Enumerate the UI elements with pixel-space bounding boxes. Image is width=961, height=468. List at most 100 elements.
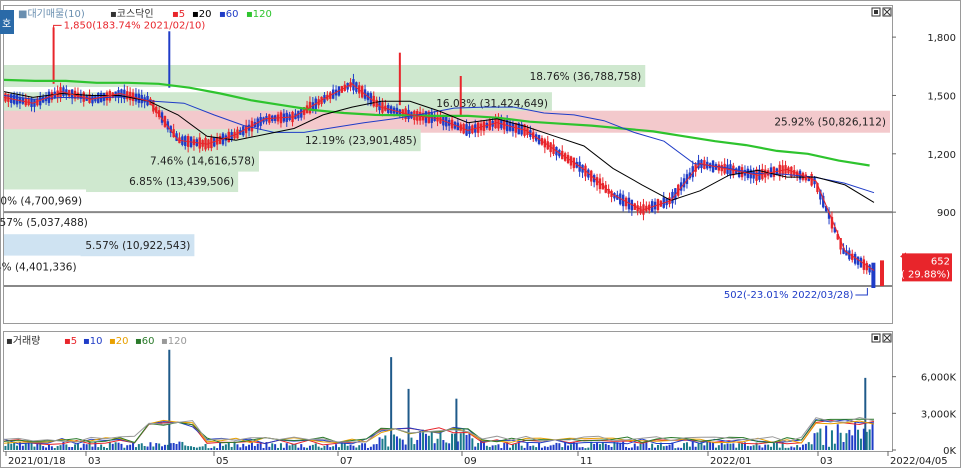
volume-bar	[306, 447, 309, 450]
volume-bar	[346, 445, 349, 450]
x-tick-label: 07	[340, 456, 353, 467]
volume-panel-close-icon[interactable]	[882, 333, 892, 343]
volume-bar	[85, 444, 88, 450]
volume-bar	[578, 447, 581, 450]
volume-bar	[500, 448, 503, 450]
volume-bar	[245, 446, 248, 450]
y-tick-label: 900	[937, 208, 956, 219]
price-panel-close-icon[interactable]	[882, 7, 892, 17]
volume-bar	[459, 433, 462, 450]
volume-bar	[761, 447, 764, 450]
volume-bar	[793, 447, 796, 450]
volume-band-label: 5.57% (10,922,543)	[85, 240, 190, 252]
volume-band-label: 12.19% (23,901,485)	[305, 135, 417, 147]
volume-bar	[654, 447, 657, 450]
legend-prefix: ■대기매물(10)	[18, 8, 85, 20]
volume-bar	[799, 447, 802, 450]
volume-bar	[810, 444, 813, 450]
x-tick-label: 2022/01	[710, 456, 752, 467]
volume-bar	[712, 442, 715, 450]
volume-bar	[329, 447, 332, 450]
volume-bar	[648, 448, 651, 450]
volume-bar	[593, 443, 596, 450]
volume-bar	[381, 438, 384, 450]
volume-bar	[590, 441, 593, 450]
volume-bar	[636, 446, 639, 450]
volume-bar	[152, 446, 155, 450]
volume-bar	[337, 447, 340, 450]
volume-bar	[601, 442, 604, 450]
volume-bar	[18, 441, 21, 450]
volume-bar	[451, 433, 454, 450]
volume-bar	[190, 446, 193, 450]
volume-bar	[424, 433, 427, 450]
volume-bar	[790, 446, 793, 450]
x-tick-label: 09	[464, 456, 477, 467]
volume-bar	[398, 438, 401, 450]
volume-bar	[82, 443, 85, 450]
y-tick-label: 1,800	[927, 33, 956, 44]
volume-bar	[746, 445, 749, 450]
volume-bar	[364, 443, 367, 450]
candle-rebound	[880, 260, 884, 287]
volume-y-tick-label: 6,000K	[921, 373, 957, 384]
volume-bar	[320, 447, 323, 450]
volume-bar	[175, 443, 178, 450]
volume-bar	[807, 442, 810, 450]
volume-bar	[575, 443, 578, 450]
volume-bar	[627, 447, 630, 450]
volume-bar	[514, 443, 517, 450]
volume-bar	[184, 445, 187, 450]
volume-bar	[395, 436, 398, 450]
volume-bar	[213, 446, 216, 450]
volume-bar	[517, 442, 520, 450]
volume-bar	[656, 445, 659, 450]
volume-bar	[91, 446, 94, 450]
price-panel-minimize-icon[interactable]	[871, 7, 881, 17]
volume-bar	[59, 445, 62, 450]
volume-bar	[549, 445, 552, 450]
volume-bar	[410, 437, 413, 450]
volume-bar	[161, 446, 164, 450]
legend-ma-1: ▪20	[192, 9, 212, 20]
last-change: ( 29.88%)	[901, 269, 950, 280]
volume-bar	[651, 443, 654, 450]
volume-bar	[543, 446, 546, 450]
volume-bar	[509, 447, 512, 450]
volume-bar	[277, 447, 280, 450]
volume-bar	[581, 447, 584, 450]
volume-bar	[236, 444, 239, 450]
volume-band-label: 25.92% (50,826,112)	[774, 117, 886, 129]
volume-bar	[361, 443, 364, 450]
volume-bar	[474, 446, 477, 450]
volume-bar	[187, 446, 190, 450]
volume-legend-label: ▪거래량	[6, 335, 40, 347]
volume-bar	[282, 447, 285, 450]
volume-bar	[645, 442, 648, 450]
volume-bar	[146, 446, 149, 450]
volume-bar	[726, 443, 729, 450]
volume-bar	[662, 446, 665, 450]
volume-bar	[477, 442, 480, 450]
volume-bar	[633, 443, 636, 450]
volume-bar	[65, 444, 68, 450]
x-tick-label: 03	[88, 456, 101, 467]
volume-bar	[772, 442, 775, 450]
volume-bar	[569, 444, 572, 450]
volume-bar	[468, 433, 471, 450]
volume-bar	[268, 446, 271, 450]
volume-bar	[300, 444, 303, 450]
volume-bar	[158, 443, 161, 450]
volume-y-tick-label: 3,000K	[921, 409, 957, 420]
volume-bar	[291, 444, 294, 450]
volume-bar	[42, 446, 45, 450]
volume-bar	[683, 443, 686, 450]
legend-ma-3: ▪120	[246, 9, 272, 20]
volume-bar	[804, 443, 807, 450]
volume-bar	[335, 444, 338, 450]
volume-bar	[297, 447, 300, 450]
volume-bar	[596, 442, 599, 450]
volume-panel-minimize-icon[interactable]	[871, 333, 881, 343]
volume-bar	[419, 430, 422, 450]
volume-bar	[448, 443, 451, 450]
